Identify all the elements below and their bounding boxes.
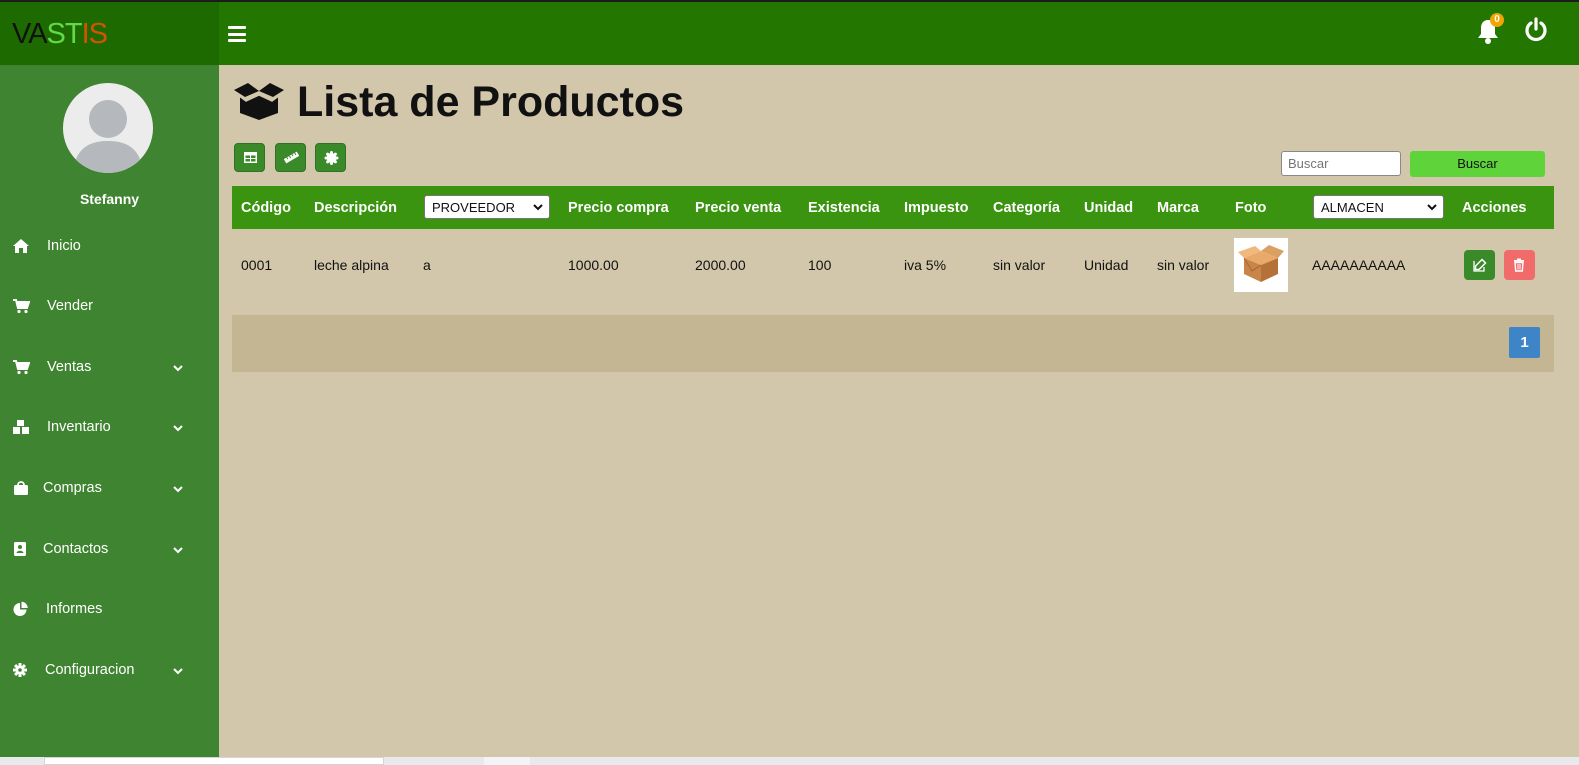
table-row[interactable]: 0001 leche alpina a 1000.00 2000.00 100 …	[232, 229, 1554, 301]
column-header-existencia[interactable]: Existencia	[808, 200, 880, 216]
cell-precio-compra: 1000.00	[568, 257, 619, 273]
gear-icon	[12, 662, 30, 678]
search-button[interactable]: Buscar	[1410, 151, 1545, 177]
chevron-down-icon	[172, 664, 184, 675]
sidebar-item-ventas[interactable]: Ventas	[0, 347, 219, 387]
sidebar-item-vender[interactable]: Vender	[0, 286, 219, 326]
badge-button[interactable]	[315, 143, 346, 172]
chevron-down-icon	[533, 204, 543, 211]
column-header-precio-venta[interactable]: Precio venta	[695, 200, 781, 216]
chevron-down-icon	[172, 482, 184, 493]
chevron-down-icon	[172, 361, 184, 372]
power-logout-icon[interactable]	[1523, 17, 1549, 43]
app-logo[interactable]: VASTIS	[12, 18, 108, 50]
cell-categoria: sin valor	[993, 257, 1046, 273]
address-book-icon	[12, 541, 30, 557]
username-label: Stefanny	[79, 191, 140, 207]
trash-icon	[1514, 258, 1524, 272]
column-header-foto[interactable]: Foto	[1235, 200, 1266, 216]
sidebar-item-informes[interactable]: Informes	[0, 589, 219, 629]
column-header-descripcion[interactable]: Descripción	[314, 200, 397, 216]
logo-part-1: VA	[12, 18, 48, 50]
column-header-codigo[interactable]: Código	[241, 200, 291, 216]
cart-icon	[12, 359, 31, 375]
ruler-button[interactable]	[275, 143, 306, 172]
open-box-icon	[232, 80, 286, 122]
notifications-count-badge: 0	[1490, 13, 1504, 27]
cell-marca: sin valor	[1157, 257, 1210, 273]
horizontal-scrollbar-thumb[interactable]	[44, 757, 384, 765]
shopping-bag-icon	[12, 480, 30, 496]
logo-part-3: IS	[81, 18, 108, 50]
sidebar-item-label: Vender	[47, 298, 93, 314]
sidebar-item-compras[interactable]: Compras	[0, 468, 219, 508]
column-header-categoria[interactable]: Categoría	[993, 200, 1060, 216]
cell-unidad: Unidad	[1084, 257, 1129, 273]
cardboard-box-icon	[1238, 245, 1284, 282]
chevron-down-icon	[1427, 204, 1437, 211]
proveedor-select-value: PROVEEDOR	[432, 200, 516, 215]
sidebar-item-label: Contactos	[43, 541, 109, 557]
sidebar-item-inicio[interactable]: Inicio	[0, 226, 219, 266]
pagination-bar: 1	[232, 315, 1554, 372]
product-photo[interactable]	[1234, 238, 1288, 292]
pie-chart-icon	[12, 601, 30, 617]
cell-descripcion: leche alpina	[314, 257, 389, 273]
edit-icon	[1473, 258, 1487, 272]
cell-proveedor: a	[423, 257, 431, 273]
ruler-icon	[284, 151, 299, 164]
sidebar-item-label: Informes	[46, 601, 103, 617]
page-number-button[interactable]: 1	[1509, 327, 1540, 358]
sidebar-item-label: Configuracion	[45, 662, 135, 678]
cart-icon	[12, 298, 31, 314]
sidebar-item-label: Compras	[43, 480, 102, 496]
table-header: Código Descripción PROVEEDOR Precio comp…	[232, 186, 1554, 229]
delete-button[interactable]	[1504, 250, 1535, 280]
menu-toggle-icon[interactable]	[228, 26, 246, 42]
sidebar-item-label: Inventario	[47, 419, 111, 435]
logo-part-2: ST	[46, 18, 83, 50]
scrollbar-segment	[484, 757, 530, 765]
almacen-select-value: ALMACEN	[1321, 200, 1384, 215]
brand-area: VASTIS	[0, 2, 219, 65]
sidebar: Stefanny Inicio Vender Ventas Inventario…	[0, 65, 219, 757]
sidebar-item-contactos[interactable]: Contactos	[0, 529, 219, 569]
sidebar-item-inventario[interactable]: Inventario	[0, 407, 219, 447]
cell-precio-venta: 2000.00	[695, 257, 746, 273]
edit-button[interactable]	[1464, 250, 1495, 280]
column-header-precio-compra[interactable]: Precio compra	[568, 200, 669, 216]
column-header-unidad[interactable]: Unidad	[1084, 200, 1133, 216]
sidebar-item-label: Inicio	[47, 238, 81, 254]
sidebar-item-configuracion[interactable]: Configuracion	[0, 650, 219, 690]
cell-codigo: 0001	[241, 257, 273, 273]
avatar[interactable]	[63, 83, 153, 173]
home-icon	[12, 238, 30, 254]
bottom-scroll-strip	[0, 757, 1579, 765]
column-header-acciones: Acciones	[1462, 200, 1527, 216]
search-input[interactable]	[1281, 151, 1401, 176]
top-navbar: VASTIS 0	[0, 0, 1579, 65]
chevron-down-icon	[172, 543, 184, 554]
boxes-icon	[12, 419, 30, 435]
column-header-impuesto[interactable]: Impuesto	[904, 200, 968, 216]
table-view-icon	[244, 152, 257, 163]
column-header-marca[interactable]: Marca	[1157, 200, 1199, 216]
table-view-button[interactable]	[234, 143, 265, 172]
badge-icon	[324, 151, 339, 165]
cell-almacen: AAAAAAAAAA	[1312, 257, 1406, 273]
cell-impuesto: iva 5%	[904, 257, 947, 273]
cell-existencia: 100	[808, 257, 832, 273]
sidebar-item-label: Ventas	[47, 359, 92, 375]
proveedor-filter-select[interactable]: PROVEEDOR	[424, 195, 550, 219]
chevron-down-icon	[172, 421, 184, 432]
page-title: Lista de Productos	[297, 78, 685, 126]
almacen-filter-select[interactable]: ALMACEN	[1313, 195, 1444, 219]
